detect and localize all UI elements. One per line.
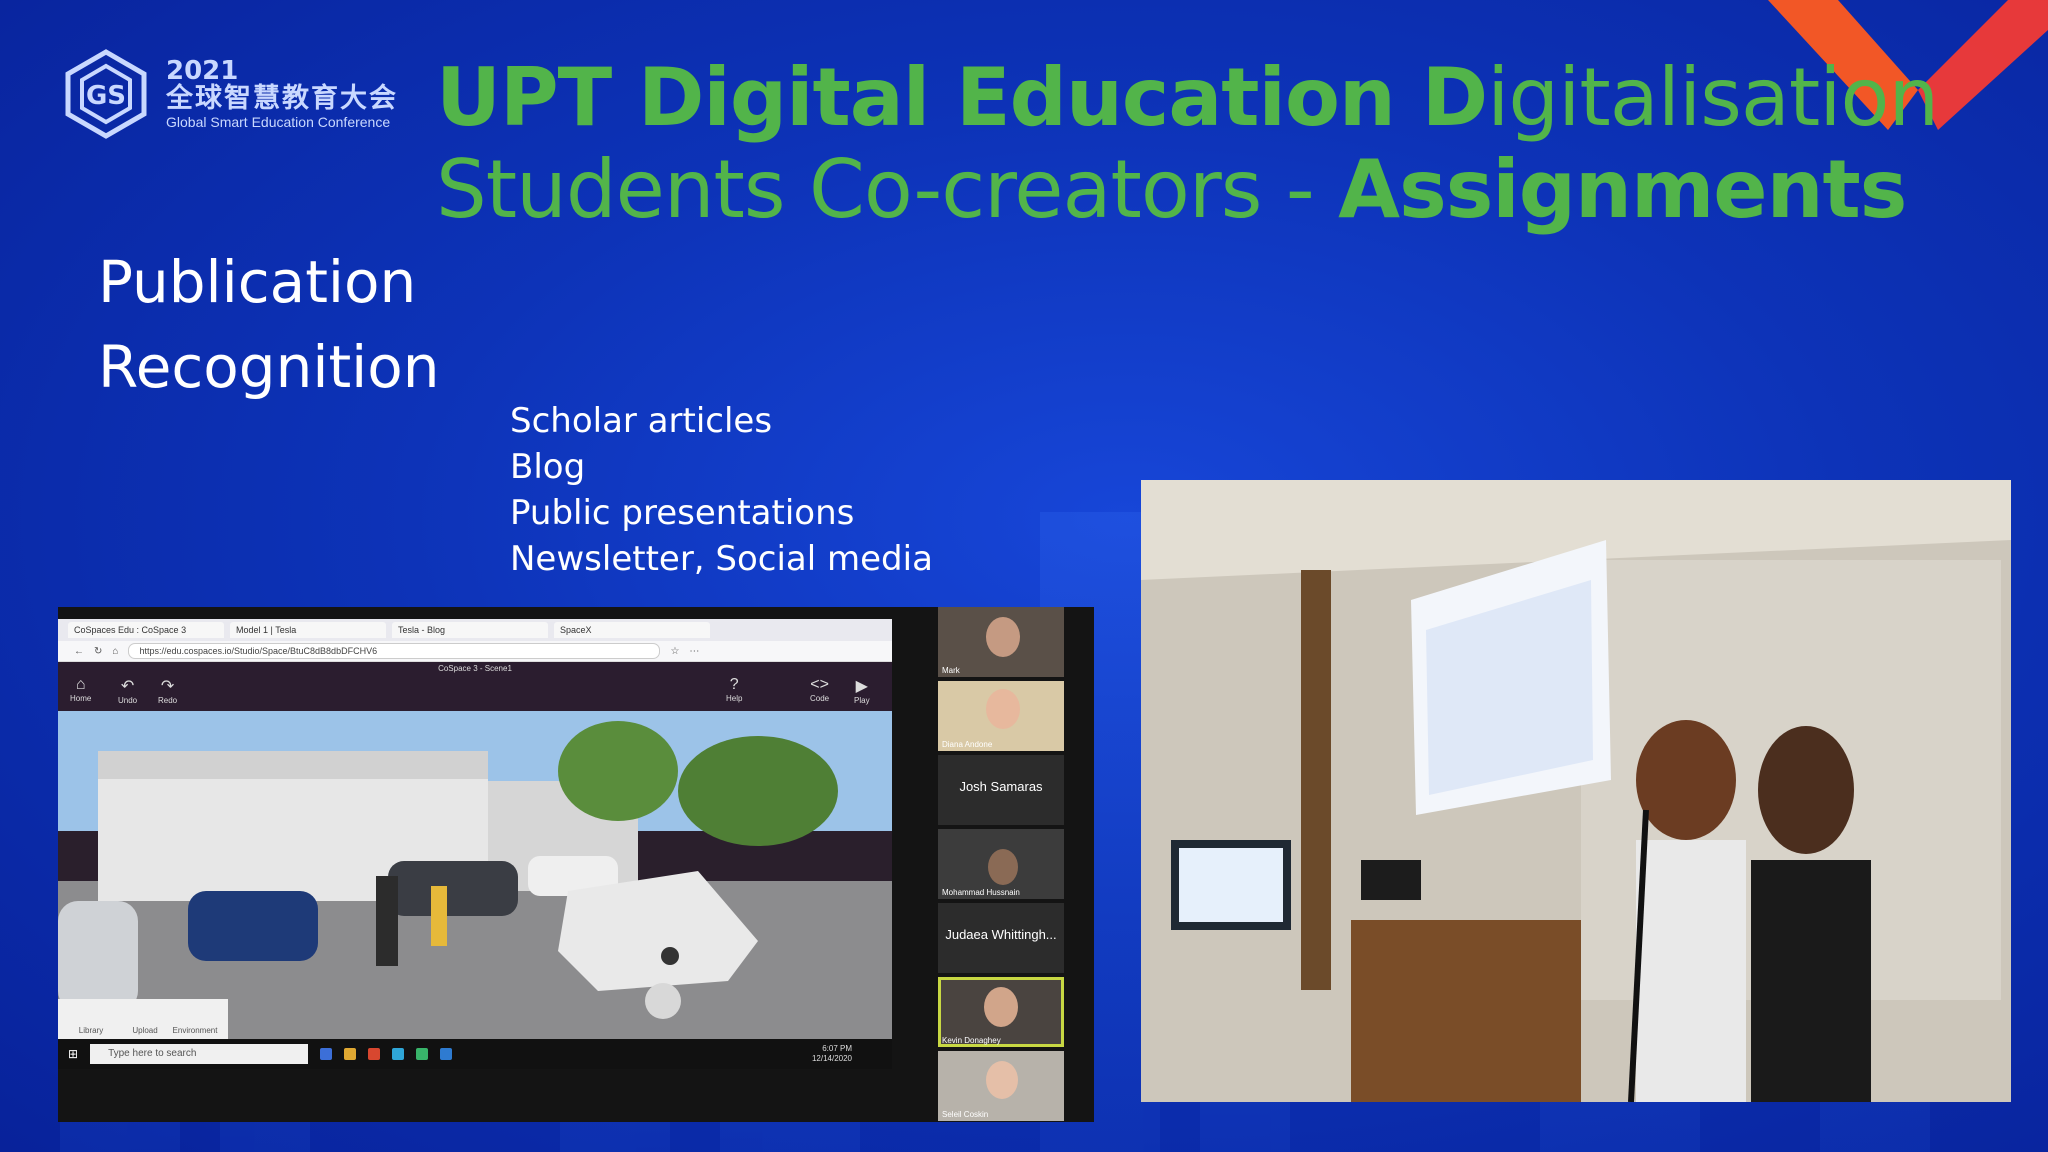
left-item: Publication (98, 248, 417, 316)
taskbar-app-icon[interactable] (320, 1048, 333, 1060)
conference-logo: GS 2021 全球智慧教育大会 Global Smart Education … (60, 48, 398, 140)
windows-start-icon[interactable]: ⊞ (68, 1047, 78, 1061)
cospaces-toolbar: CoSpace 3 - Scene1 ⌂ Home ↶ Undo ↷ Redo ? He… (58, 662, 892, 712)
browser-tab[interactable]: Tesla - Blog (392, 622, 548, 638)
browser-window: CoSpaces Edu : CoSpace 3 Model 1 | Tesla… (58, 619, 892, 1069)
3d-scene-view[interactable]: Library Upload Environment (58, 711, 892, 1051)
title-line-1: UPT Digital Education Digitalisation (436, 51, 1939, 144)
participant-video (988, 849, 1018, 885)
play-button[interactable]: ▶ Play (854, 676, 870, 705)
scene-title: CoSpace 3 - Scene1 (438, 664, 512, 673)
svg-text:Environment: Environment (173, 1026, 219, 1035)
participant-video (986, 689, 1020, 729)
svg-text:Library: Library (79, 1026, 103, 1035)
help-icon: ? (729, 676, 739, 693)
right-item: Blog (510, 447, 586, 487)
taskbar-app-icon[interactable] (416, 1048, 429, 1060)
presentation-photo (1141, 480, 2011, 1102)
right-item: Public presentations (510, 493, 855, 533)
participant-tile-active[interactable]: Kevin Donaghey (938, 977, 1064, 1047)
environment-button[interactable]: Environment (173, 1026, 219, 1035)
home-icon: ⌂ (75, 676, 86, 693)
home-icon[interactable]: ⌂ (112, 646, 118, 657)
menu-icon[interactable]: ⋯ (689, 646, 699, 657)
participant-tile[interactable]: Judaea Whittingh... (938, 903, 1064, 973)
logo-english-name: Global Smart Education Conference (166, 114, 391, 131)
participant-tile[interactable]: Seleil Coskin (938, 1051, 1064, 1121)
browser-tab[interactable]: CoSpaces Edu : CoSpace 3 (68, 622, 224, 638)
redo-button[interactable]: ↷ Redo (158, 676, 177, 705)
play-icon: ▶ (855, 678, 868, 695)
meeting-screenshot: CoSpaces Edu : CoSpace 3 Model 1 | Tesla… (58, 607, 1094, 1122)
participant-tile[interactable]: Josh Samaras (938, 755, 1064, 825)
participant-video (984, 987, 1018, 1027)
address-bar: ← ↻ ⌂ https://edu.cospaces.io/Studio/Spa… (58, 641, 892, 662)
help-button[interactable]: ? Help (726, 676, 742, 703)
windows-taskbar: ⊞ Type here to search 6:07 PM 12/14/2020 (58, 1039, 892, 1069)
home-button[interactable]: ⌂ Home (70, 676, 91, 703)
right-item: Scholar articles (510, 401, 773, 441)
browser-tab[interactable]: SpaceX (554, 622, 710, 638)
taskbar-app-icon[interactable] (440, 1048, 453, 1060)
logo-year: 2021 (166, 55, 239, 86)
url-field[interactable]: https://edu.cospaces.io/Studio/Space/Btu… (128, 643, 661, 659)
logo-chinese-name: 全球智慧教育大会 (166, 83, 398, 115)
upload-button[interactable]: Upload (132, 1026, 157, 1035)
undo-icon: ↶ (120, 678, 135, 695)
slide-title: UPT Digital Education Digitalisation Stu… (436, 51, 1939, 236)
title-line-2: Students Co-creators - Assignments (436, 143, 1907, 236)
taskbar-app-icon[interactable] (344, 1048, 357, 1060)
taskbar-app-icon[interactable] (368, 1048, 381, 1060)
back-icon[interactable]: ← (74, 646, 84, 657)
refresh-icon[interactable]: ↻ (94, 646, 102, 657)
redo-icon: ↷ (160, 678, 175, 695)
browser-tabs: CoSpaces Edu : CoSpace 3 Model 1 | Tesla… (58, 619, 892, 641)
browser-tab[interactable]: Model 1 | Tesla (230, 622, 386, 638)
library-button[interactable]: Library (79, 1026, 103, 1035)
left-bullets: Publication Recognition (98, 240, 440, 410)
right-item: Newsletter, Social media (510, 539, 933, 579)
code-button[interactable]: <> Code (810, 676, 829, 703)
svg-text:Upload: Upload (132, 1026, 157, 1035)
taskbar-app-icon[interactable] (392, 1048, 405, 1060)
participant-tile[interactable]: Mohammad Hussnain (938, 829, 1064, 899)
participant-video (986, 617, 1020, 657)
code-icon: <> (810, 676, 829, 693)
participant-video (986, 1061, 1018, 1099)
left-item: Recognition (98, 333, 440, 401)
undo-button[interactable]: ↶ Undo (118, 676, 137, 705)
taskbar-search-field[interactable]: Type here to search (90, 1044, 309, 1064)
right-bullets: Scholar articles Blog Public presentatio… (510, 398, 933, 582)
conference-logo-icon: GS (65, 49, 147, 139)
participant-tile[interactable]: Diana Andone (938, 681, 1064, 751)
svg-text:GS: GS (86, 81, 126, 111)
taskbar-clock: 6:07 PM 12/14/2020 (811, 1044, 852, 1063)
star-icon[interactable]: ☆ (670, 646, 679, 657)
participant-tile[interactable]: Mark (938, 607, 1064, 677)
